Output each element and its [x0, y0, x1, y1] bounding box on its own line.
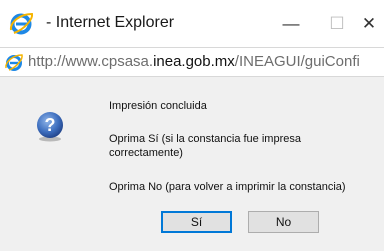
minimize-button[interactable]: —	[268, 0, 314, 47]
no-button[interactable]: No	[248, 211, 319, 233]
internet-explorer-icon	[5, 54, 23, 71]
svg-text:?: ?	[45, 115, 56, 135]
yes-button[interactable]: Sí	[161, 211, 232, 233]
url-host: inea.gob.mx	[153, 53, 235, 70]
url-suffix: /INEAGUI/guiConfi	[234, 53, 360, 70]
message-line-1: Impresión concluida	[109, 100, 207, 112]
title-bar: - Internet Explorer — ☐ ✕	[0, 0, 384, 47]
question-icon: ?	[37, 112, 63, 142]
window-title: - Internet Explorer	[46, 14, 175, 31]
message-line-3: Oprima No (para volver a imprimir la con…	[109, 181, 346, 193]
internet-explorer-icon	[9, 12, 34, 35]
close-button[interactable]: ✕	[346, 0, 384, 47]
url-text[interactable]: http://www.cpsasa.inea.gob.mx/INEAGUI/gu…	[28, 53, 360, 70]
message-line-2: Oprima Sí (si la constancia fue impresa …	[109, 133, 301, 159]
url-prefix: http://www.cpsasa.	[28, 53, 154, 70]
address-bar[interactable]: http://www.cpsasa.inea.gob.mx/INEAGUI/gu…	[0, 47, 384, 77]
